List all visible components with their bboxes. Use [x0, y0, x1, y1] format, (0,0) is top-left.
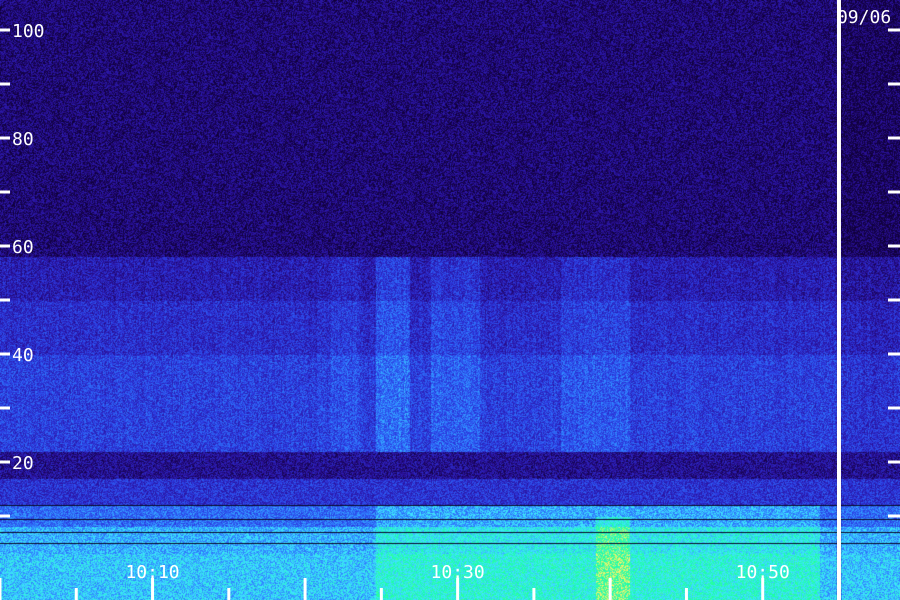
y-tick-label: 40 — [12, 345, 34, 366]
date-label: 09/06 — [837, 7, 891, 28]
y-tick-label: 20 — [12, 453, 34, 474]
y-axis-right — [888, 28, 900, 518]
spectrogram-axes: 100 80 60 40 20 10:10 10:30 10:50 09/06 — [0, 0, 900, 600]
y-tick-label: 100 — [12, 21, 45, 42]
y-tick-label: 60 — [12, 237, 34, 258]
y-axis-left: 100 80 60 40 20 — [0, 21, 45, 518]
y-tick-label: 80 — [12, 129, 34, 150]
x-axis: 10:10 10:30 10:50 — [0, 562, 841, 600]
